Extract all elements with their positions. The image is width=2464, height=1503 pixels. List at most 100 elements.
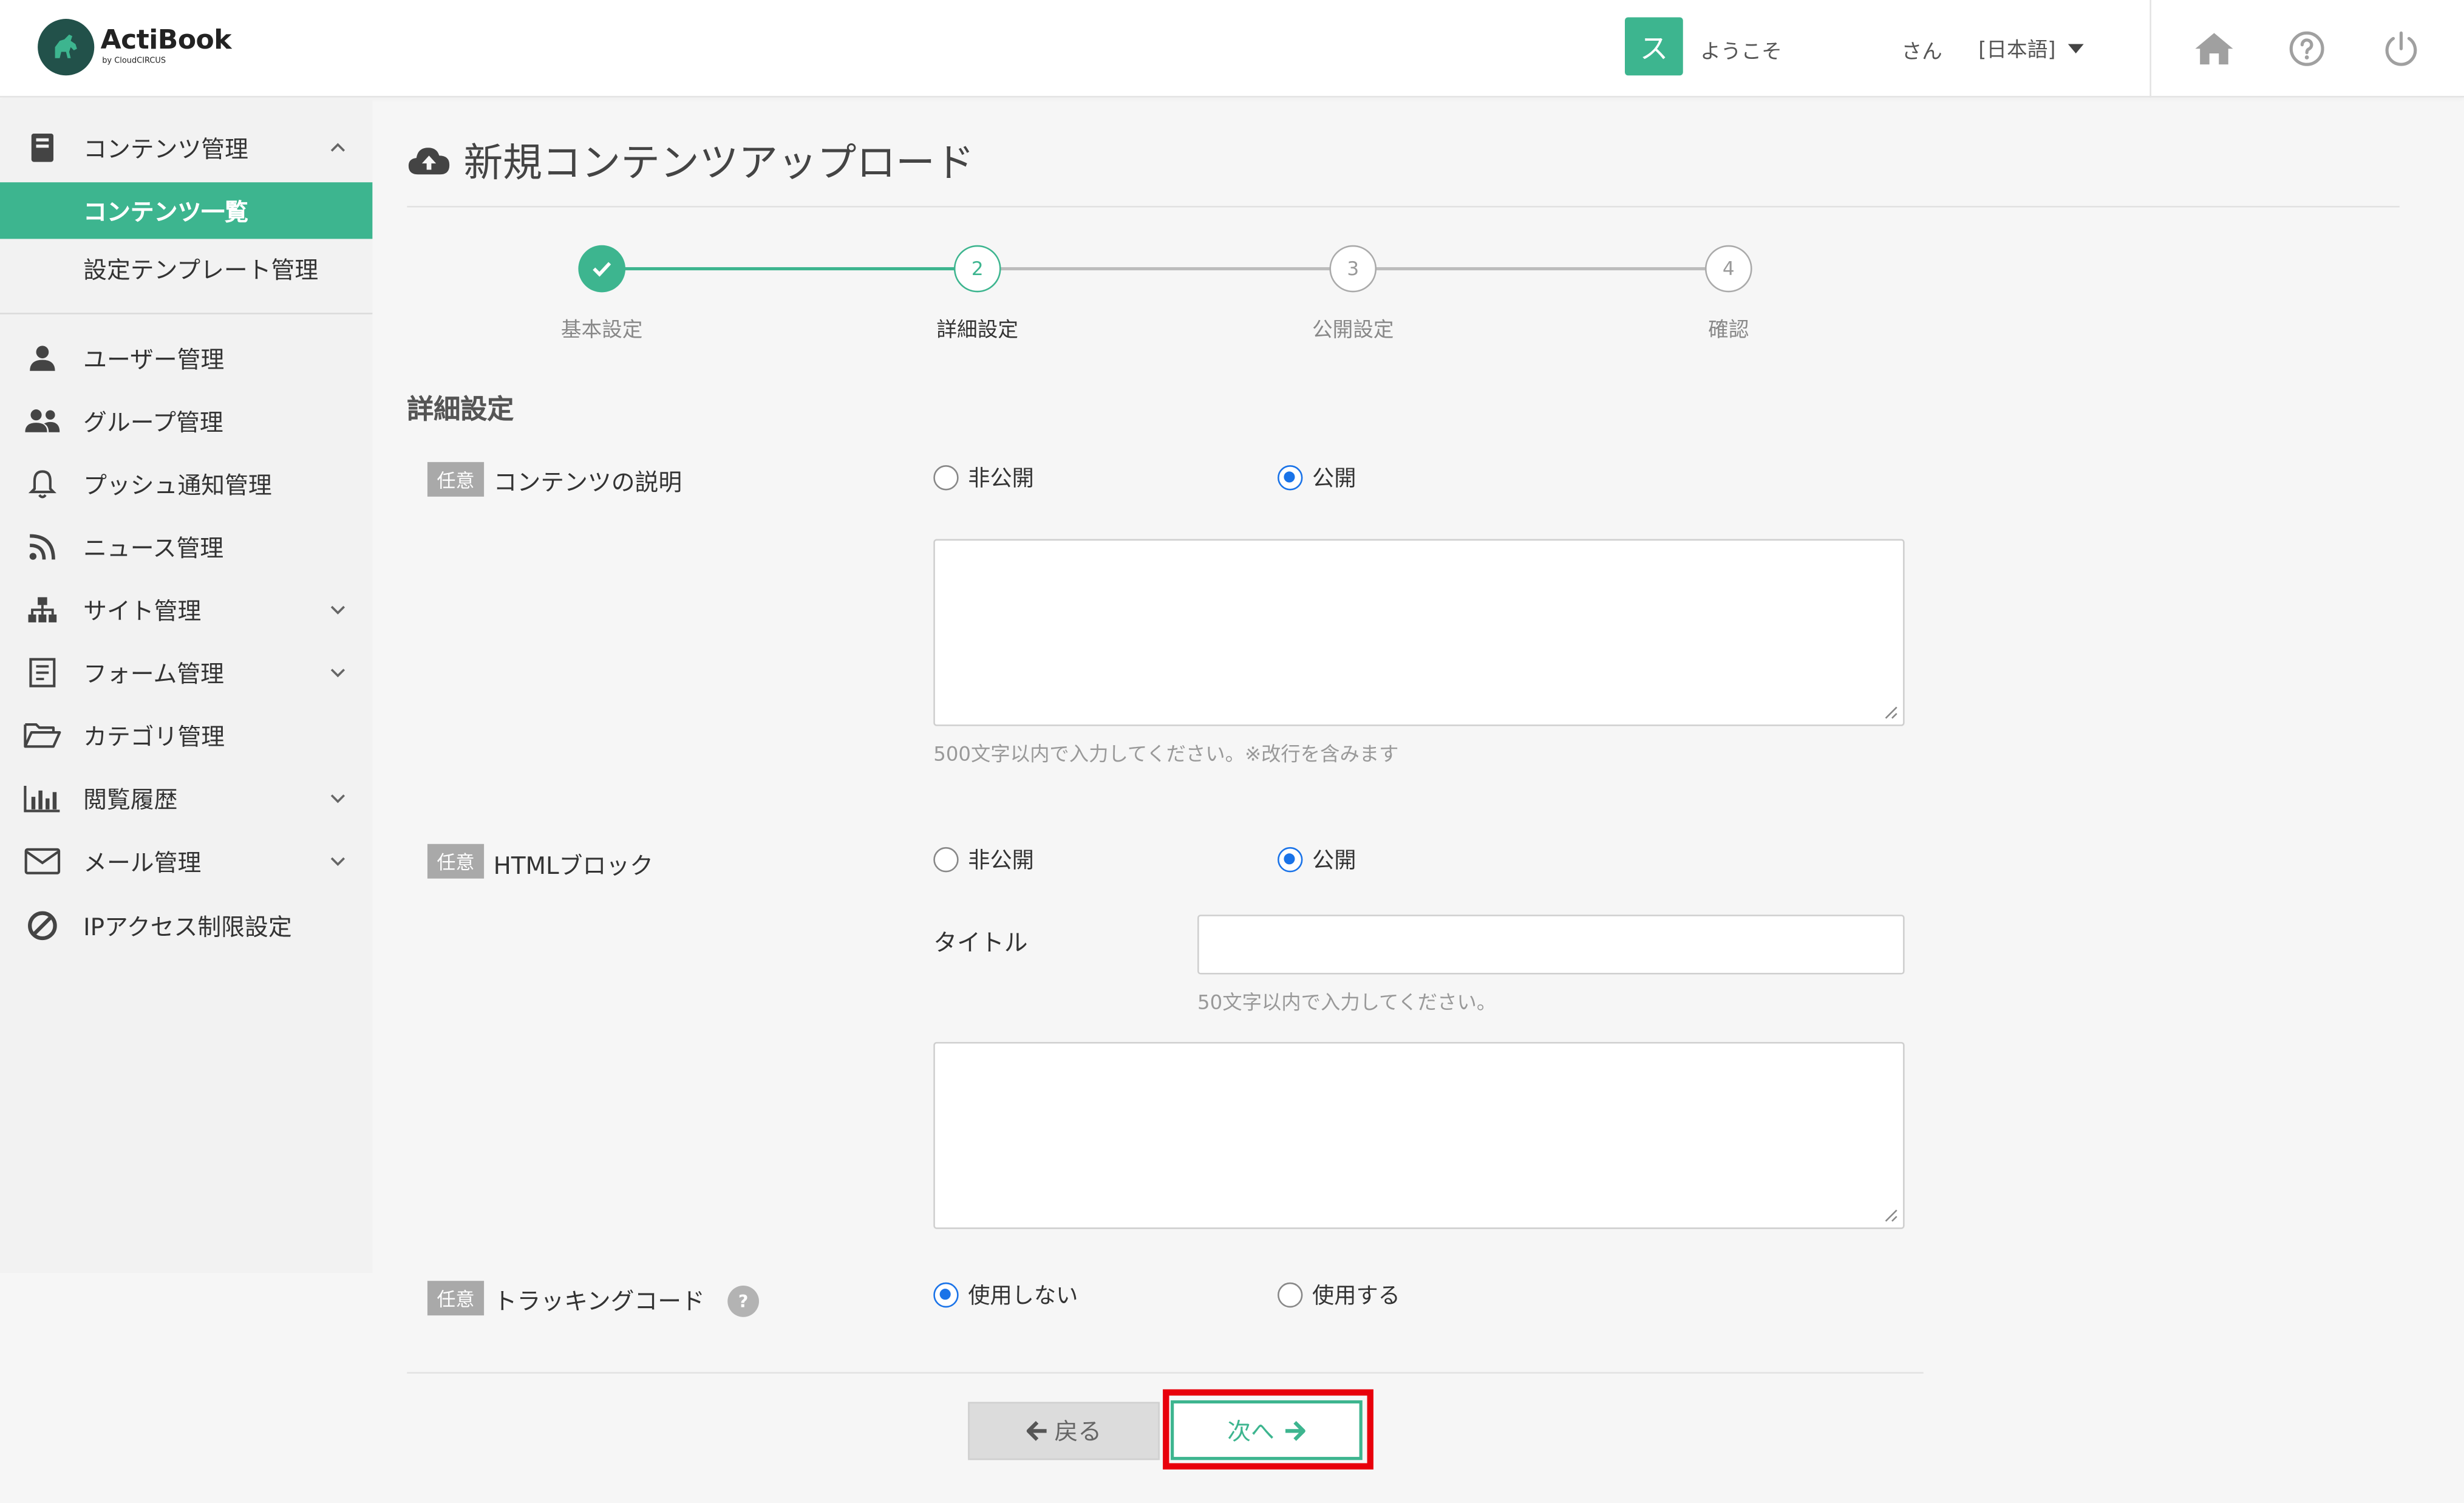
sidebar-item-label: コンテンツ一覧 bbox=[83, 197, 248, 226]
top-header: ActiBook by CloudCIRCUS ス ようこそ さん [日本語] bbox=[0, 0, 2464, 98]
home-icon bbox=[2195, 33, 2233, 65]
sidebar-item-label: カテゴリ管理 bbox=[83, 722, 225, 751]
description-private-radio[interactable]: 非公開 bbox=[933, 462, 1034, 494]
rss-icon bbox=[22, 528, 63, 566]
step-connector-complete bbox=[602, 267, 978, 271]
description-hint: 500文字以内で入力してください。※改行を含みます bbox=[933, 741, 1399, 766]
section-heading: 詳細設定 bbox=[407, 394, 514, 426]
radio-label: 使用する bbox=[1312, 1284, 1400, 1309]
sidebar-item-forms[interactable]: フォーム管理 bbox=[0, 647, 372, 698]
tracking-use-radio[interactable]: 使用する bbox=[1278, 1280, 1400, 1311]
sidebar-item-label: ニュース管理 bbox=[83, 533, 224, 562]
tracking-code-label: トラッキングコード bbox=[493, 1287, 705, 1316]
optional-badge: 任意 bbox=[427, 844, 485, 879]
sidebar-item-label: フォーム管理 bbox=[83, 659, 224, 688]
chevron-up-icon bbox=[328, 138, 347, 157]
optional-badge: 任意 bbox=[427, 462, 485, 497]
back-button[interactable]: 戻る bbox=[968, 1402, 1160, 1460]
sidebar-item-label: コンテンツ管理 bbox=[83, 134, 248, 163]
step-4-label: 確認 bbox=[1708, 319, 1749, 343]
radio-label: 使用しない bbox=[968, 1284, 1078, 1309]
next-button-label: 次へ bbox=[1227, 1417, 1275, 1445]
radio-checked-icon bbox=[1278, 465, 1303, 491]
footer-divider bbox=[407, 1372, 1924, 1374]
radio-label: 公開 bbox=[1312, 466, 1356, 492]
sidebar-item-ip-access[interactable]: IPアクセス制限設定 bbox=[0, 901, 372, 951]
description-label: コンテンツの説明 bbox=[493, 468, 682, 497]
page-title-text: 新規コンテンツアップロード bbox=[463, 140, 975, 186]
sitemap-icon bbox=[22, 591, 63, 629]
cloud-upload-icon bbox=[407, 141, 451, 179]
question-circle-icon bbox=[2289, 31, 2324, 66]
ban-icon bbox=[22, 907, 63, 944]
help-button[interactable] bbox=[2285, 27, 2329, 70]
home-button[interactable] bbox=[2192, 27, 2236, 70]
header-divider bbox=[2149, 0, 2151, 98]
chevron-down-icon bbox=[328, 852, 347, 871]
book-icon bbox=[22, 129, 63, 166]
sidebar-item-label: IPアクセス制限設定 bbox=[83, 912, 292, 941]
html-body-textarea[interactable] bbox=[933, 1041, 1905, 1229]
radio-checked-icon bbox=[933, 1282, 959, 1308]
html-title-hint: 50文字以内で入力してください。 bbox=[1197, 990, 1497, 1014]
tracking-not-use-radio[interactable]: 使用しない bbox=[933, 1280, 1078, 1311]
html-title-input[interactable] bbox=[1197, 915, 1905, 975]
users-icon bbox=[22, 403, 63, 440]
help-question-icon[interactable]: ? bbox=[727, 1285, 760, 1317]
logout-button[interactable] bbox=[2379, 27, 2423, 70]
logo-name: ActiBook bbox=[100, 25, 232, 57]
sidebar-divider bbox=[0, 313, 373, 315]
sidebar-item-template-management[interactable]: 設定テンプレート管理 bbox=[0, 240, 372, 297]
sidebar-item-groups[interactable]: グループ管理 bbox=[0, 396, 372, 446]
resize-grip-icon[interactable] bbox=[1882, 704, 1898, 720]
resize-grip-icon[interactable] bbox=[1882, 1207, 1898, 1223]
arrow-left-icon bbox=[1026, 1420, 1047, 1441]
html-block-public-radio[interactable]: 公開 bbox=[1278, 844, 1356, 876]
sidebar-item-push-notifications[interactable]: プッシュ通知管理 bbox=[0, 459, 372, 510]
chevron-down-icon bbox=[328, 663, 347, 682]
step-1-label: 基本設定 bbox=[560, 319, 643, 343]
mail-icon bbox=[22, 842, 63, 880]
description-public-radio[interactable]: 公開 bbox=[1278, 462, 1356, 494]
sidebar-item-label: メール管理 bbox=[83, 848, 202, 876]
radio-checked-icon bbox=[1278, 847, 1303, 873]
power-icon bbox=[2385, 31, 2417, 66]
bell-icon bbox=[22, 465, 63, 503]
sidebar-item-content-list[interactable]: コンテンツ一覧 bbox=[0, 182, 373, 239]
radio-unchecked-icon bbox=[933, 847, 959, 873]
optional-badge: 任意 bbox=[427, 1281, 485, 1316]
radio-label: 公開 bbox=[1312, 848, 1356, 874]
step-2-label: 詳細設定 bbox=[936, 319, 1019, 343]
actibook-logo[interactable]: ActiBook by CloudCIRCUS bbox=[38, 19, 232, 76]
step-2-circle: 2 bbox=[953, 245, 1001, 293]
step-3-label: 公開設定 bbox=[1312, 319, 1394, 343]
user-honorific: さん bbox=[1901, 41, 1942, 65]
user-icon bbox=[22, 339, 63, 377]
sidebar-item-news[interactable]: ニュース管理 bbox=[0, 522, 372, 572]
html-block-private-radio[interactable]: 非公開 bbox=[933, 844, 1034, 876]
sidebar-item-categories[interactable]: カテゴリ管理 bbox=[0, 711, 372, 761]
next-button[interactable]: 次へ bbox=[1171, 1400, 1363, 1460]
html-title-label: タイトル bbox=[933, 929, 1028, 958]
radio-unchecked-icon bbox=[1278, 1282, 1303, 1308]
sidebar-item-mail[interactable]: メール管理 bbox=[0, 836, 372, 887]
back-button-label: 戻る bbox=[1054, 1417, 1102, 1446]
radio-unchecked-icon bbox=[933, 465, 959, 491]
user-avatar[interactable]: ス bbox=[1624, 17, 1683, 76]
sidebar-item-content-management[interactable]: コンテンツ管理 bbox=[0, 123, 372, 173]
radio-label: 非公開 bbox=[968, 848, 1034, 874]
sidebar-item-view-history[interactable]: 閲覧履歴 bbox=[0, 773, 372, 823]
description-textarea[interactable] bbox=[933, 539, 1905, 726]
caret-down-icon bbox=[2068, 43, 2085, 53]
step-1-circle bbox=[578, 245, 626, 293]
horse-logo-icon bbox=[38, 19, 95, 76]
language-selector[interactable]: [日本語] bbox=[1978, 33, 2085, 63]
bar-chart-icon bbox=[22, 780, 63, 817]
step-4-circle: 4 bbox=[1704, 245, 1752, 293]
sidebar-item-sites[interactable]: サイト管理 bbox=[0, 585, 372, 635]
title-divider bbox=[407, 206, 2400, 208]
arrow-right-icon bbox=[1285, 1420, 1305, 1440]
sidebar-item-users[interactable]: ユーザー管理 bbox=[0, 333, 372, 384]
step-3-circle: 3 bbox=[1329, 245, 1377, 293]
welcome-text: ようこそ bbox=[1700, 41, 1782, 65]
